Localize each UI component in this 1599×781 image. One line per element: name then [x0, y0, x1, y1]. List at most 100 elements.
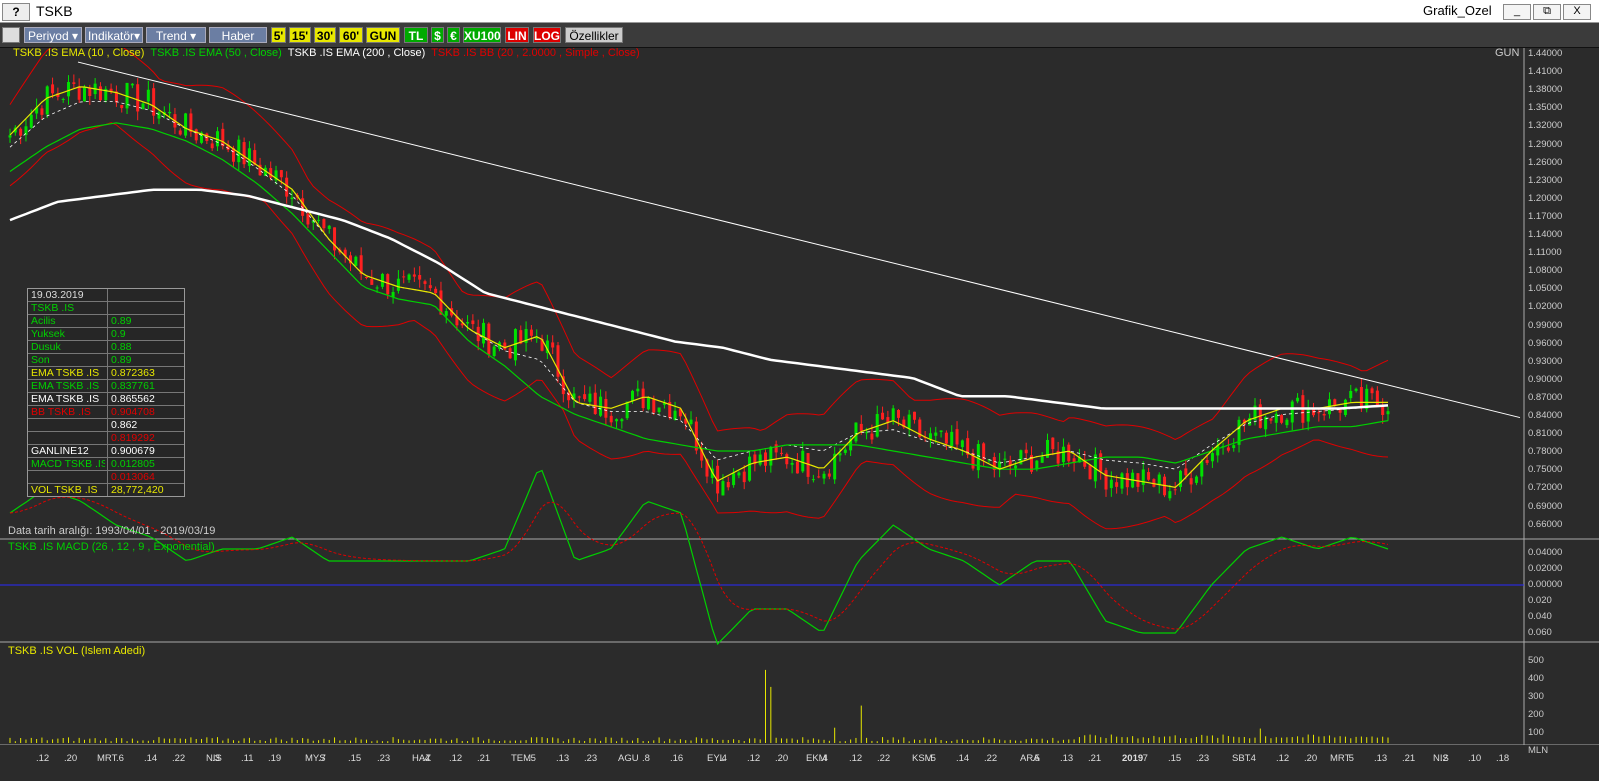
candle-body: [732, 473, 736, 486]
candle-body: [221, 128, 225, 147]
period-menu[interactable]: Periyod ▾: [24, 27, 82, 43]
info-row: EMA TSKB .IS 0.865562: [28, 393, 184, 406]
toolbar: Periyod ▾ Indikatör▾ Trend ▾ Haber 5' 15…: [0, 23, 1599, 48]
date-tick: MRT: [97, 753, 118, 764]
candle-body: [194, 129, 198, 141]
candle-body: [822, 473, 826, 479]
legend-ema50: TSKB .IS EMA (50 , Close): [150, 47, 282, 59]
candle-body: [748, 456, 752, 481]
price-axis-tick: 0.84000: [1528, 410, 1563, 421]
candle-body: [141, 103, 145, 110]
date-tick: .4: [820, 753, 828, 764]
candle-body: [364, 277, 368, 279]
info-label: EMA TSKB .IS: [31, 367, 100, 379]
candle-body: [98, 86, 102, 101]
xu100-button[interactable]: XU100: [463, 27, 501, 43]
candle-body: [61, 98, 65, 100]
candle-body: [615, 419, 619, 422]
candle-body: [928, 433, 932, 439]
indicator-menu[interactable]: Indikatör▾: [85, 27, 143, 43]
candle-body: [1003, 458, 1007, 460]
chart-area[interactable]: TSKB .IS EMA (10 , Close) TSKB .IS EMA (…: [0, 47, 1599, 781]
price-axis-tick: 1.29000: [1528, 138, 1563, 150]
candle-body: [1296, 397, 1300, 402]
candle-body: [865, 432, 869, 434]
candle-body: [721, 481, 725, 496]
macd-axis-tick: 0.00000: [1528, 579, 1563, 590]
info-row: Acilis 0.89: [28, 315, 184, 328]
candle-body: [907, 414, 911, 429]
candle-body: [758, 454, 762, 465]
help-button[interactable]: ?: [2, 3, 30, 21]
period-60min-button[interactable]: 60': [339, 27, 363, 43]
info-row: VOL TSKB .IS 28,772,420: [28, 484, 184, 496]
candle-body: [1200, 461, 1204, 477]
close-button[interactable]: X: [1563, 4, 1591, 20]
info-label: MACD TSKB .IS: [31, 458, 105, 470]
log-scale-button[interactable]: LOG: [533, 27, 561, 43]
candle-body: [492, 346, 496, 357]
date-tick: .12: [849, 753, 863, 764]
ema10-line: [9, 86, 1388, 488]
candle-body: [982, 443, 986, 460]
date-tick: .15: [348, 753, 362, 764]
candle-body: [609, 415, 613, 423]
currency-tl-button[interactable]: TL: [404, 27, 428, 43]
trend-menu[interactable]: Trend ▾: [146, 27, 206, 43]
info-value: 0.013064: [107, 471, 183, 483]
price-axis-tick: 0.66000: [1528, 518, 1563, 530]
date-tick: .22: [172, 753, 186, 764]
price-axis-tick: 0.72000: [1528, 482, 1563, 494]
candle-body: [396, 278, 400, 291]
candle-body: [1168, 491, 1172, 499]
candle-body: [636, 388, 640, 392]
period-daily-button[interactable]: GUN: [366, 27, 400, 43]
currency-usd-button[interactable]: $: [431, 27, 444, 43]
period-5min-button[interactable]: 5': [271, 27, 286, 43]
candle-body: [1024, 449, 1028, 454]
candle-body: [428, 285, 432, 289]
news-button[interactable]: Haber: [209, 27, 267, 43]
linear-scale-button[interactable]: LIN: [505, 27, 529, 43]
date-tick: .2: [1440, 753, 1448, 764]
candle-body: [1232, 445, 1236, 449]
date-tick: .12: [36, 753, 50, 764]
period-15min-button[interactable]: 15': [289, 27, 311, 43]
candle-body: [136, 84, 140, 112]
candle-body: [950, 431, 954, 446]
date-tick: .10: [1468, 753, 1482, 764]
info-value: 0.900679: [107, 445, 183, 457]
properties-button[interactable]: Özellikler: [565, 27, 623, 43]
date-tick: .4: [422, 753, 430, 764]
period-30min-button[interactable]: 30': [314, 27, 336, 43]
candle-body: [1157, 474, 1161, 485]
info-row: 0.862: [28, 419, 184, 432]
currency-eur-button[interactable]: €: [447, 27, 460, 43]
candle-body: [779, 452, 783, 454]
candle-body: [1184, 468, 1188, 476]
candle-body: [184, 113, 188, 136]
candle-body: [577, 396, 581, 398]
price-axis-tick: 1.08000: [1528, 265, 1563, 277]
date-tick: .20: [775, 753, 789, 764]
info-row: Son 0.89: [28, 354, 184, 367]
restore-button[interactable]: ⧉: [1533, 4, 1561, 20]
candle-body: [157, 112, 161, 119]
candle-body: [508, 348, 512, 359]
info-value: 0.865562: [107, 393, 183, 405]
legend-ema10: TSKB .IS EMA (10 , Close): [13, 47, 145, 59]
price-axis-tick: 0.87000: [1528, 391, 1563, 403]
price-chart-canvas[interactable]: [0, 48, 1599, 781]
app-icon[interactable]: [2, 27, 20, 43]
candle-body: [1386, 411, 1390, 415]
candle-body: [503, 342, 507, 350]
candle-body: [960, 440, 964, 448]
candle-body: [242, 142, 246, 165]
candle-body: [237, 139, 241, 163]
date-tick: .20: [1304, 753, 1318, 764]
minimize-button[interactable]: _: [1503, 4, 1531, 20]
date-tick: .13: [556, 753, 570, 764]
symbol-title: TSKB: [36, 3, 73, 19]
window-title: Grafik_Ozel: [1423, 3, 1492, 18]
candle-body: [630, 390, 634, 401]
